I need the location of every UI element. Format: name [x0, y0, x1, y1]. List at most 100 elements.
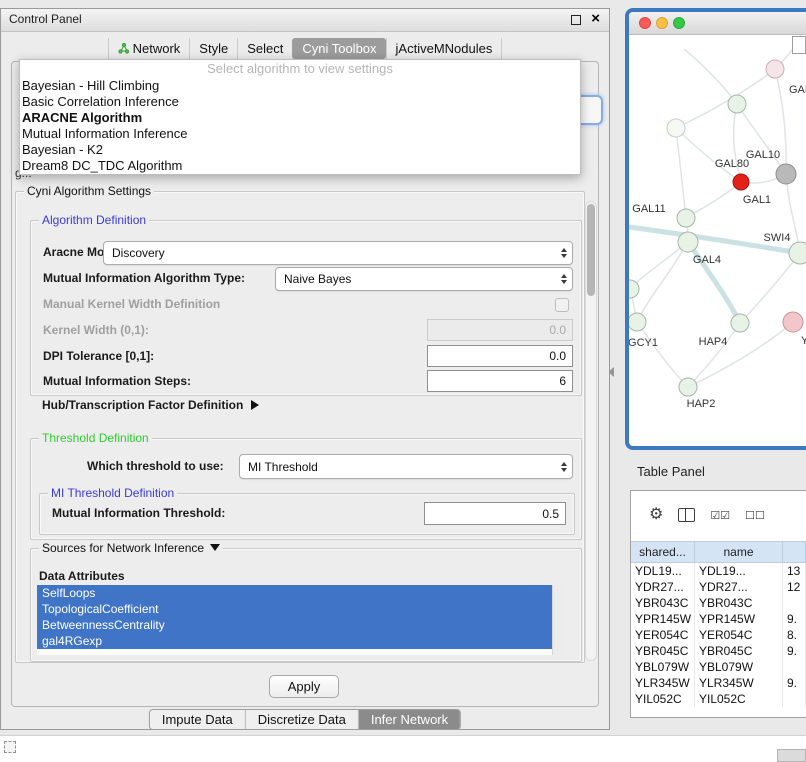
cell-shared-name[interactable]: YDL19... [631, 563, 695, 579]
tab-jactivemodules[interactable]: jActiveMNodules [386, 38, 503, 59]
tab-infer-network[interactable]: Infer Network [359, 710, 460, 729]
network-node-gal10[interactable] [776, 164, 796, 184]
tab-impute-data[interactable]: Impute Data [150, 710, 246, 729]
cell-name[interactable]: YPR145W [695, 611, 783, 627]
tab-cyni-toolbox[interactable]: Cyni Toolbox [292, 38, 385, 59]
network-node[interactable] [766, 60, 784, 78]
network-toolbar-button[interactable] [792, 36, 806, 54]
cell-shared-name[interactable]: YBL079W [631, 659, 695, 675]
cell-extra[interactable]: 13 [783, 563, 806, 579]
table-row[interactable]: YDR27... YDR27... 12 [631, 579, 806, 595]
manual-kernel-width-checkbox[interactable] [555, 298, 569, 312]
cell-extra[interactable] [783, 595, 806, 611]
close-traffic-light-icon[interactable] [639, 17, 651, 29]
cell-name[interactable]: YLR345W [695, 675, 783, 691]
table-row[interactable]: YBR045C YBR045C 9. [631, 643, 806, 659]
tab-select[interactable]: Select [237, 38, 292, 59]
hub-factor-section-toggle[interactable]: Hub/Transcription Factor Definition [42, 396, 259, 414]
table-row[interactable]: YPR145W YPR145W 9. [631, 611, 806, 627]
cell-name[interactable]: YIL052C [695, 691, 783, 707]
resize-corner[interactable] [777, 749, 806, 762]
column-header-extra[interactable] [783, 542, 806, 562]
cell-shared-name[interactable]: YLR345W [631, 675, 695, 691]
network-node[interactable] [728, 95, 746, 113]
mi-algorithm-type-select[interactable]: Naive Bayes [275, 267, 573, 291]
algorithm-option[interactable]: Mutual Information Inference [20, 126, 580, 142]
node-label: GAL10 [746, 149, 780, 161]
sources-section-toggle[interactable]: Sources for Network Inference [39, 541, 223, 555]
kernel-width-field[interactable]: 0.0 [427, 319, 573, 341]
cell-name[interactable]: YER054C [695, 627, 783, 643]
table-row[interactable]: YIL052C YIL052C [631, 691, 806, 707]
attribute-item-selected[interactable]: gal4RGexp [37, 633, 552, 649]
cell-shared-name[interactable]: YIL052C [631, 691, 695, 707]
table-row[interactable]: YER054C YER054C 8. [631, 627, 806, 643]
mi-steps-field[interactable]: 6 [427, 370, 573, 392]
mi-threshold-field[interactable]: 0.5 [424, 502, 566, 525]
attributes-scrollbar[interactable] [552, 585, 563, 655]
network-node-selected-red[interactable] [733, 174, 749, 190]
aracne-mode-select[interactable]: Discovery [103, 241, 573, 265]
select-all-icon[interactable]: ☑☑ [710, 509, 730, 522]
network-canvas[interactable]: GAL GAL80 GAL10 GAL11 GAL1 SWI4 GAL4 GCY… [629, 35, 806, 447]
network-node-hap2[interactable] [679, 378, 697, 396]
minimize-traffic-light-icon[interactable] [656, 17, 668, 29]
algorithm-option[interactable]: Basic Correlation Inference [20, 94, 580, 110]
tab-label: Cyni Toolbox [302, 41, 376, 56]
dpi-tolerance-field[interactable]: 0.0 [427, 345, 573, 367]
cell-name[interactable]: YBL079W [695, 659, 783, 675]
apply-button[interactable]: Apply [269, 675, 339, 698]
control-panel-titlebar[interactable]: Control Panel × [1, 9, 609, 32]
settings-scrollbar[interactable] [585, 201, 597, 661]
tab-discretize-data[interactable]: Discretize Data [246, 710, 359, 729]
column-header-name[interactable]: name [695, 542, 783, 562]
network-node[interactable] [667, 119, 685, 137]
algorithm-option[interactable]: Bayesian - Hill Climbing [20, 78, 580, 94]
show-columns-icon[interactable] [678, 508, 695, 522]
cell-shared-name[interactable]: YPR145W [631, 611, 695, 627]
cell-extra[interactable]: 9. [783, 643, 806, 659]
cell-name[interactable]: YDL19... [695, 563, 783, 579]
cell-extra[interactable]: 8. [783, 627, 806, 643]
table-row[interactable]: YBL079W YBL079W [631, 659, 806, 675]
algorithm-option[interactable]: Dream8 DC_TDC Algorithm [20, 158, 580, 174]
cell-name[interactable]: YBR045C [695, 643, 783, 659]
cell-shared-name[interactable]: YER054C [631, 627, 695, 643]
table-settings-gear-icon[interactable]: ⚙ [649, 507, 663, 523]
table-row[interactable]: YLR345W YLR345W 9. [631, 675, 806, 691]
table-row[interactable]: YDL19... YDL19... 13 [631, 563, 806, 579]
cell-extra[interactable]: 9. [783, 675, 806, 691]
tab-style[interactable]: Style [189, 38, 237, 59]
cell-name[interactable]: YBR043C [695, 595, 783, 611]
cell-extra[interactable] [783, 659, 806, 675]
zoom-traffic-light-icon[interactable] [673, 17, 685, 29]
network-node-hap4[interactable] [731, 314, 749, 332]
attribute-item-selected[interactable]: TopologicalCoefficient [37, 601, 552, 617]
table-row[interactable]: YBR043C YBR043C [631, 595, 806, 611]
cell-shared-name[interactable]: YBR045C [631, 643, 695, 659]
network-node[interactable] [677, 209, 695, 227]
settings-scrollbar-thumb[interactable] [587, 204, 595, 296]
minimized-panel-icon[interactable] [4, 741, 16, 753]
which-threshold-select[interactable]: MI Threshold [239, 454, 573, 479]
network-node-pink[interactable] [783, 312, 803, 332]
network-node-gal4[interactable] [678, 232, 698, 252]
network-node-swi4[interactable] [789, 242, 806, 264]
attribute-item-selected[interactable]: SelfLoops [37, 585, 552, 601]
algorithm-option-highlighted[interactable]: ARACNE Algorithm [20, 110, 580, 126]
cell-extra[interactable] [783, 691, 806, 707]
column-header-shared-name[interactable]: shared... [631, 542, 695, 562]
close-icon[interactable]: × [591, 10, 600, 28]
deselect-all-icon[interactable]: ☐☐ [745, 509, 765, 522]
cell-extra[interactable]: 9. [783, 611, 806, 627]
algorithm-option[interactable]: Bayesian - K2 [20, 142, 580, 158]
cell-shared-name[interactable]: YBR043C [631, 595, 695, 611]
cell-extra[interactable]: 12 [783, 579, 806, 595]
restore-icon[interactable] [571, 15, 581, 25]
cell-name[interactable]: YDR27... [695, 579, 783, 595]
network-node-gcy1[interactable] [629, 313, 646, 331]
tab-network[interactable]: Network [108, 38, 190, 59]
cell-shared-name[interactable]: YDR27... [631, 579, 695, 595]
network-window-titlebar[interactable] [629, 12, 806, 35]
attribute-item-selected[interactable]: BetweennessCentrality [37, 617, 552, 633]
